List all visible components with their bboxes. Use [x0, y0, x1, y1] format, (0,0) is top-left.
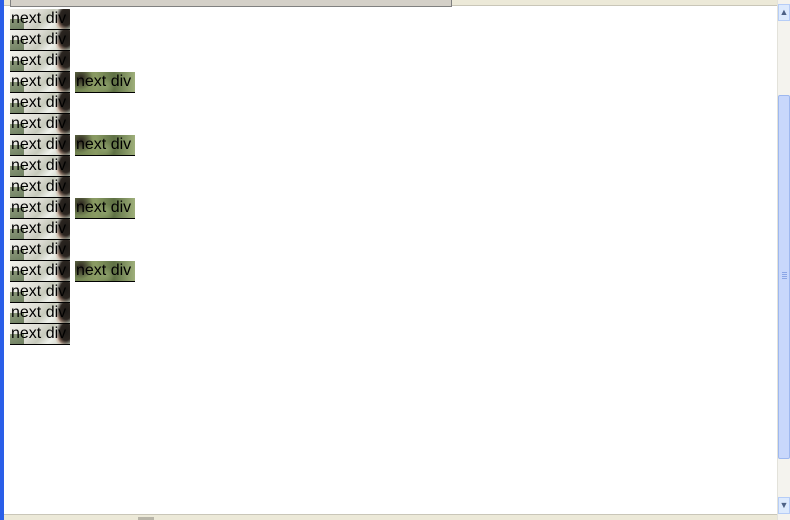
next-div-tile: next div	[10, 219, 70, 240]
next-div-label: next div	[11, 199, 67, 216]
next-div-label: next div	[11, 304, 67, 321]
next-div-label: next div	[11, 115, 67, 132]
top-div-strip	[10, 0, 452, 7]
next-div-tile: next div	[10, 198, 70, 219]
next-div-label: next div	[11, 220, 67, 237]
next-div-label: next div	[11, 52, 67, 69]
next-div-tile: next div	[10, 114, 70, 135]
next-div-tile: next div	[10, 30, 70, 51]
next-div-label: next div	[76, 73, 132, 90]
vertical-scrollbar[interactable]: ▲ ▼	[777, 0, 790, 520]
next-div-tile: next div	[10, 303, 70, 324]
next-div-tile: next div	[10, 135, 70, 156]
scroll-down-button[interactable]: ▼	[778, 497, 790, 514]
next-div-label: next div	[11, 325, 67, 342]
next-div-tile: next div	[10, 177, 70, 198]
next-div-label: next div	[76, 136, 132, 153]
next-div-label: next div	[11, 262, 67, 279]
next-div-label: next div	[11, 31, 67, 48]
next-div-label: next div	[11, 283, 67, 300]
next-div-tile: next div	[10, 324, 70, 345]
next-div-label: next div	[11, 73, 67, 90]
window-frame-left	[0, 0, 4, 520]
next-div-tile: next div	[75, 261, 135, 282]
next-div-tile: next div	[10, 51, 70, 72]
next-div-label: next div	[11, 136, 67, 153]
next-div-tile: next div	[10, 156, 70, 177]
next-div-tile: next div	[75, 198, 135, 219]
scroll-up-button[interactable]: ▲	[778, 4, 790, 21]
next-div-tile: next div	[75, 135, 135, 156]
scroll-thumb[interactable]	[778, 95, 790, 459]
arrow-up-icon: ▲	[779, 7, 789, 17]
next-div-label: next div	[76, 262, 132, 279]
next-div-label: next div	[11, 94, 67, 111]
next-div-label: next div	[11, 10, 67, 27]
arrow-down-icon: ▼	[779, 500, 789, 510]
next-div-tile: next div	[10, 282, 70, 303]
next-div-label: next div	[11, 178, 67, 195]
next-div-tile: next div	[10, 72, 70, 93]
next-div-tile: next div	[10, 240, 70, 261]
next-div-tile: next div	[10, 93, 70, 114]
next-div-label: next div	[11, 157, 67, 174]
horizontal-scrollbar[interactable]	[4, 514, 777, 520]
next-div-label: next div	[11, 241, 67, 258]
grip-icon	[782, 272, 787, 279]
next-div-label: next div	[76, 199, 132, 216]
page-content: next div next div next div next div next div…	[10, 9, 770, 509]
next-div-tile: next div	[75, 72, 135, 93]
next-div-tile: next div	[10, 9, 70, 30]
next-div-tile: next div	[10, 261, 70, 282]
